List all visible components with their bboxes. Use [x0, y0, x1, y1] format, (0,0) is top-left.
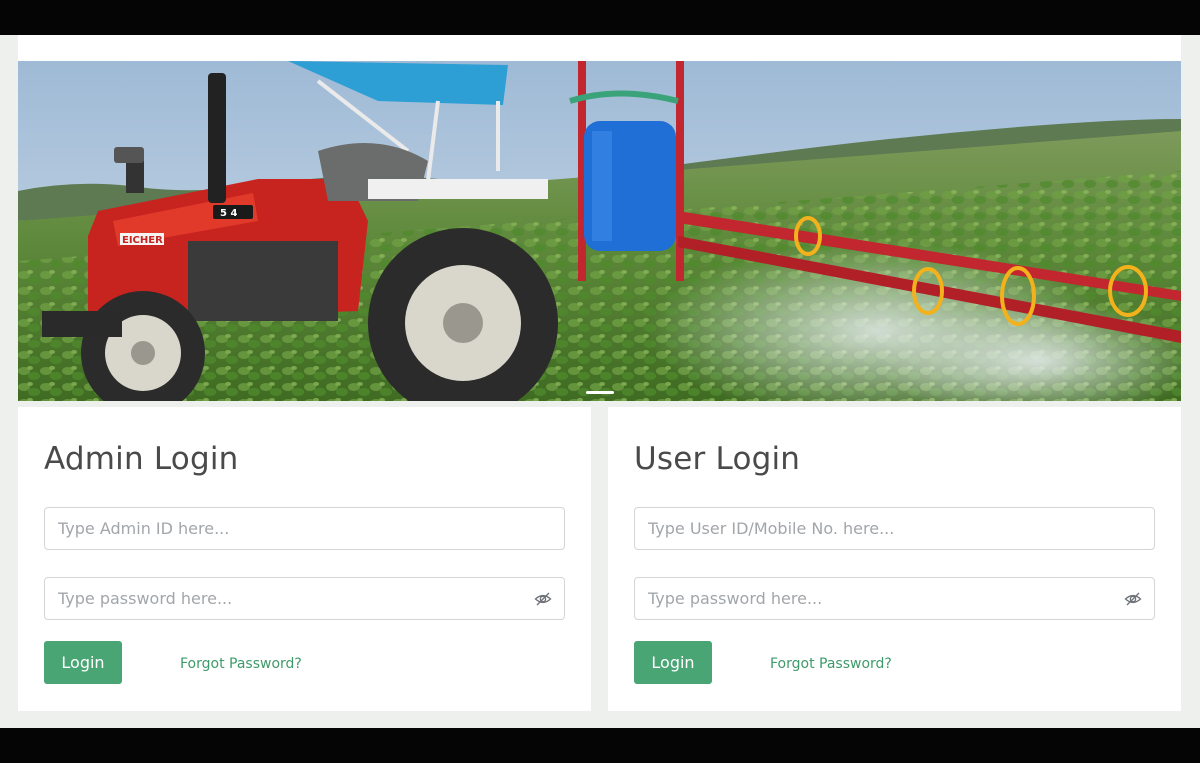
user-login-card: User Login Login Forgot Password? — [608, 407, 1181, 711]
user-id-input[interactable] — [635, 508, 1154, 549]
user-forgot-password-link[interactable]: Forgot Password? — [770, 656, 892, 672]
carousel-indicator[interactable] — [586, 391, 614, 394]
login-page: EICHER 5 4 Admin Login Type Admin ID her… — [0, 35, 1200, 728]
top-strip — [18, 35, 1181, 61]
eye-slash-icon[interactable] — [1124, 590, 1142, 608]
user-login-button[interactable]: Login — [634, 641, 712, 684]
svg-text:EICHER: EICHER — [122, 235, 163, 246]
tractor-sprayer-illustration: EICHER 5 4 — [18, 61, 1181, 401]
admin-login-card: Admin Login Login Forgot Password? — [18, 407, 591, 711]
svg-text:5 4: 5 4 — [220, 208, 237, 219]
user-id-field[interactable] — [634, 507, 1155, 550]
user-password-field[interactable] — [634, 577, 1155, 620]
hero-image: EICHER 5 4 — [18, 61, 1181, 401]
admin-password-input[interactable] — [45, 578, 564, 619]
letterbox-top — [0, 0, 1200, 35]
eye-slash-icon[interactable] — [534, 590, 552, 608]
admin-password-field[interactable] — [44, 577, 565, 620]
letterbox-bottom — [0, 728, 1200, 763]
admin-forgot-password-link[interactable]: Forgot Password? — [180, 656, 302, 672]
admin-id-input[interactable] — [45, 508, 564, 549]
admin-id-field[interactable] — [44, 507, 565, 550]
user-password-input[interactable] — [635, 578, 1154, 619]
admin-login-title: Admin Login — [44, 441, 239, 477]
user-login-title: User Login — [634, 441, 801, 477]
admin-login-button[interactable]: Login — [44, 641, 122, 684]
